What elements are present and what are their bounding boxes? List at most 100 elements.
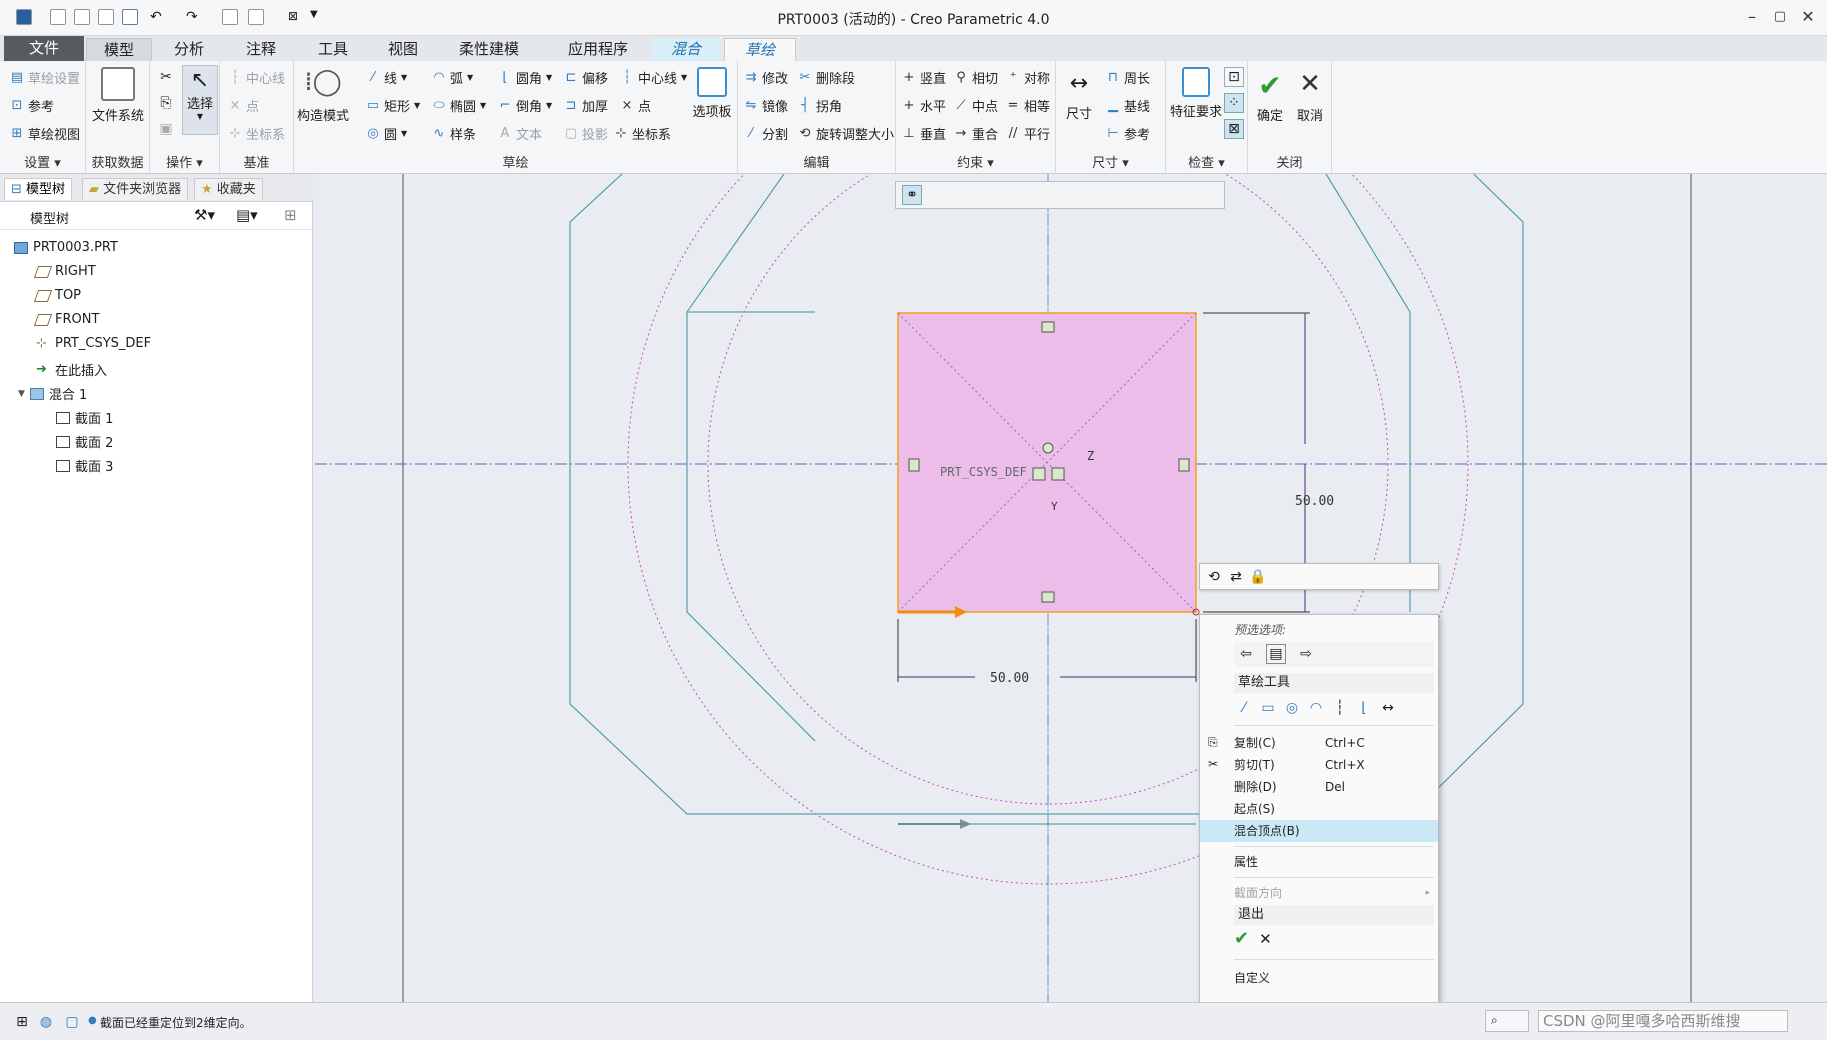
offset-button[interactable]: ⊏ 偏移 — [564, 68, 608, 87]
lock-icon[interactable]: 🔒 — [1248, 567, 1268, 587]
ok-button[interactable]: ✔ 确定 — [1252, 69, 1288, 124]
tab-folder-browser[interactable]: ▰ 文件夹浏览器 — [82, 178, 189, 200]
midpoint-constraint-marker[interactable] — [1032, 467, 1046, 481]
overlap-geometry-icon[interactable]: ⊡ — [1224, 67, 1244, 87]
tree-node-section-3[interactable]: 截面 3 — [56, 456, 113, 475]
tab-sketch[interactable]: 草绘 — [724, 38, 796, 61]
tree-node-section-2[interactable]: 截面 2 — [56, 432, 113, 451]
accept-checkmark-icon[interactable]: ✔ — [1234, 928, 1249, 949]
arc-tool-icon[interactable]: ◠ — [1306, 698, 1326, 718]
swap-icon[interactable]: ⇄ — [1226, 567, 1246, 587]
close-icon[interactable]: ✕ — [1798, 8, 1818, 26]
tab-tools[interactable]: 工具 — [300, 38, 366, 61]
horizontal-constraint-marker[interactable] — [1041, 321, 1055, 333]
perimeter-button[interactable]: ⊓ 周长 — [1106, 68, 1150, 87]
tangent-button[interactable]: ⚲ 相切 — [954, 68, 998, 87]
menu-properties[interactable]: 属性 — [1200, 851, 1438, 873]
full-screen-icon[interactable]: ▢ — [62, 1012, 82, 1032]
tab-annotate[interactable]: 注释 — [228, 38, 294, 61]
perpendicular-button[interactable]: ⊥ 垂直 — [902, 124, 946, 143]
select-button[interactable]: ↖ 选择 ▼ — [182, 65, 218, 135]
menu-copy[interactable]: 复制(C) Ctrl+C — [1200, 732, 1438, 754]
datum-point-button[interactable]: × 点 — [228, 96, 259, 115]
tab-model-tree[interactable]: ⊟ 模型树 — [4, 178, 73, 200]
tree-columns-icon[interactable]: ▤▾ — [236, 206, 258, 224]
tab-view[interactable]: 视图 — [370, 38, 436, 61]
tab-blend[interactable]: 混合 — [652, 38, 720, 61]
tab-model[interactable]: 模型 — [86, 38, 152, 61]
horizontal-button[interactable]: + 水平 — [902, 96, 946, 115]
equal-button[interactable]: = 相等 — [1006, 96, 1050, 115]
project-button[interactable]: ▢ 投影 — [564, 124, 608, 143]
corner-button[interactable]: ┤ 拐角 — [798, 96, 842, 115]
tree-node-top[interactable]: TOP — [33, 288, 81, 303]
tree-node-insert-here[interactable]: ➜ 在此插入 — [36, 360, 107, 380]
menu-delete[interactable]: 删除(D) Del — [1200, 776, 1438, 798]
rectangle-button[interactable]: ▭ 矩形 ▼ — [366, 96, 420, 115]
highlight-open-ends-icon[interactable]: ⁘ — [1224, 93, 1244, 113]
previous-icon[interactable]: ⇦ — [1236, 644, 1256, 664]
tree-settings-icon[interactable]: ⚒▾ — [194, 206, 215, 224]
feature-requirements-button[interactable]: 特征要求 — [1168, 67, 1224, 120]
dimension-horizontal[interactable]: 50.00 — [990, 671, 1029, 686]
tree-node-blend[interactable]: ▼ 混合 1 — [18, 384, 87, 403]
mirror-button[interactable]: ⇋ 镜像 — [744, 96, 788, 115]
sketch-csys-button[interactable]: ⊹ 坐标系 — [614, 124, 671, 143]
group-settings-label[interactable]: 设置 ▾ — [0, 152, 85, 171]
modify-button[interactable]: ⇉ 修改 — [744, 68, 788, 87]
group-inspect-label[interactable]: 检查 ▾ — [1166, 152, 1247, 171]
palette-button[interactable]: 选项板 — [690, 67, 734, 120]
group-constrain-label[interactable]: 约束 ▾ — [896, 152, 1055, 171]
next-icon[interactable]: ⇨ — [1296, 644, 1316, 664]
symmetric-button[interactable]: ⁺ 对称 — [1006, 68, 1050, 87]
tree-node-right[interactable]: RIGHT — [33, 264, 96, 279]
csys-origin-marker[interactable] — [1042, 442, 1054, 454]
construction-mode-button[interactable]: ⁞◯ 构造模式 — [296, 67, 350, 124]
vertical-constraint-marker[interactable] — [1178, 458, 1190, 472]
vertical-button[interactable]: + 竖直 — [902, 68, 946, 87]
tab-applications[interactable]: 应用程序 — [548, 38, 648, 61]
parallel-button[interactable]: // 平行 — [1006, 124, 1050, 143]
copy-icon[interactable]: ⎘ — [156, 93, 176, 113]
text-button[interactable]: A 文本 — [498, 124, 542, 143]
line-tool-icon[interactable]: ⁄ — [1234, 698, 1254, 718]
cut-icon[interactable]: ✂ — [156, 67, 176, 87]
horizontal-constraint-marker[interactable] — [1041, 591, 1055, 603]
tree-node-csys[interactable]: ⊹ PRT_CSYS_DEF — [36, 336, 151, 351]
fillet-tool-icon[interactable]: ⌊ — [1354, 698, 1374, 718]
menu-start-point[interactable]: 起点(S) — [1200, 798, 1438, 820]
datum-centerline-button[interactable]: ┆ 中心线 — [228, 68, 285, 87]
constraint-display-icon[interactable]: ⚭ — [902, 185, 922, 205]
centerline-tool-icon[interactable]: ┆ — [1330, 698, 1350, 718]
coincident-button[interactable]: → 重合 — [954, 124, 998, 143]
ellipse-button[interactable]: ⬭ 椭圆 ▼ — [432, 96, 486, 115]
vertical-constraint-marker[interactable] — [908, 458, 920, 472]
find-icon[interactable]: ⌕ — [1485, 1010, 1529, 1032]
menu-blend-vertex[interactable]: 混合顶点(B) — [1200, 820, 1438, 842]
arc-button[interactable]: ◠ 弧 ▼ — [432, 68, 473, 87]
paste-icon[interactable]: ▣ — [156, 119, 176, 139]
selection-filter[interactable]: CSDN @阿里嘎多哈西斯维搜 — [1538, 1010, 1788, 1032]
line-button[interactable]: ⁄ 线 ▼ — [366, 68, 407, 87]
browser-icon[interactable]: ◍ — [36, 1012, 56, 1032]
sketch-setup-button[interactable]: ▤ 草绘设置 — [10, 68, 80, 87]
minimize-icon[interactable]: – — [1742, 8, 1762, 26]
tab-flexible-modeling[interactable]: 柔性建模 — [444, 38, 534, 61]
rotate-resize-button[interactable]: ⟲ 旋转调整大小 — [798, 124, 894, 143]
circle-button[interactable]: ◎ 圆 ▼ — [366, 124, 407, 143]
fillet-button[interactable]: ⌊ 圆角 ▼ — [498, 68, 552, 87]
circle-tool-icon[interactable]: ◎ — [1282, 698, 1302, 718]
rotate-icon[interactable]: ⟲ — [1204, 567, 1224, 587]
cancel-button[interactable]: ✕ 取消 — [1292, 69, 1328, 124]
show-navigator-icon[interactable]: ⊞ — [12, 1012, 32, 1032]
centerline-button[interactable]: ┆ 中心线 ▼ — [620, 68, 687, 87]
dimension-button[interactable]: ↔ 尺寸 — [1060, 71, 1098, 122]
tree-node-section-1[interactable]: 截面 1 — [56, 408, 113, 427]
menu-cut[interactable]: 剪切(T) Ctrl+X — [1200, 754, 1438, 776]
tab-analysis[interactable]: 分析 — [156, 38, 222, 61]
reference-button[interactable]: ⊢ 参考 — [1106, 124, 1150, 143]
maximize-icon[interactable]: ▢ — [1770, 8, 1790, 26]
dimension-vertical[interactable]: 50.00 — [1295, 494, 1334, 509]
references-button[interactable]: ⊡ 参考 — [10, 96, 54, 115]
file-system-button[interactable]: 文件系统 — [91, 67, 145, 124]
